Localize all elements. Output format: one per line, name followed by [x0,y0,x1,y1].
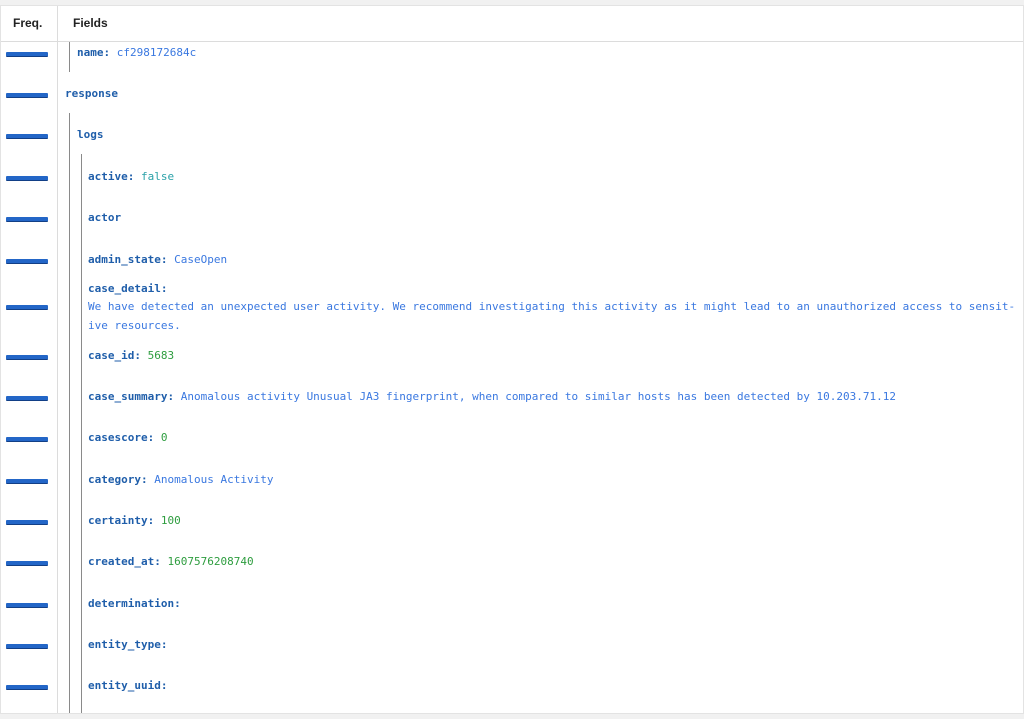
field-entry: logs [77,125,104,144]
field-row-case-id[interactable]: case_id: 5683 [1,345,1023,375]
field-entry: certainty: 100 [88,514,181,527]
field-value[interactable]: 100 [161,514,181,527]
field-row-logs[interactable]: logs [1,124,1023,154]
freq-column-header[interactable]: Freq. [13,16,42,30]
field-key[interactable]: entity_uuid [88,679,161,692]
field-key[interactable]: response [65,87,118,100]
fields-panel: Freq. Fields name: cf298172684c response… [0,5,1024,714]
field-entry: created_at: 1607576208740 [88,555,254,568]
field-row-category[interactable]: category: Anomalous Activity [1,469,1023,499]
field-value[interactable]: Anomalous Activity [154,473,273,486]
frequency-bar [6,396,48,401]
field-row-created-at[interactable]: created_at: 1607576208740 [1,551,1023,581]
field-key[interactable]: casescore [88,431,148,444]
field-row-entity-type[interactable]: entity_type: [1,634,1023,664]
field-value[interactable]: 5683 [148,349,175,362]
frequency-bar [6,437,48,442]
field-row-actor[interactable]: actor [1,207,1023,237]
field-value[interactable]: Anomalous activity Unusual JA3 fingerpri… [181,390,896,403]
field-key[interactable]: created_at [88,555,154,568]
field-entry: case_detail: [88,282,168,295]
frequency-bar [6,217,48,222]
frequency-bar [6,259,48,264]
field-entry: entity_type: [88,638,168,651]
frequency-bar [6,305,48,310]
field-key[interactable]: name [77,46,104,59]
field-row-case-detail[interactable]: case_detail: We have detected an unexpec… [1,279,1023,339]
field-entry: determination: [88,597,181,610]
field-row-entity-uuid[interactable]: entity_uuid: [1,675,1023,705]
field-value[interactable]: CaseOpen [174,253,227,266]
field-key[interactable]: case_summary [88,390,167,403]
field-entry: case_summary: Anomalous activity Unusual… [88,390,896,403]
field-value[interactable]: cf298172684c [117,46,196,59]
field-key[interactable]: case_detail [88,282,161,295]
frequency-bar [6,355,48,360]
field-entry: name: cf298172684c [77,46,197,59]
frequency-bar [6,685,48,690]
table-header: Freq. Fields [1,6,1023,42]
field-key[interactable]: certainty [88,514,148,527]
field-row-response[interactable]: response [1,83,1023,113]
field-key[interactable]: determination [88,597,174,610]
frequency-bar [6,644,48,649]
field-entry: active: false [88,170,175,183]
field-key[interactable]: logs [77,128,104,141]
field-key[interactable]: admin_state [88,253,161,266]
field-row-certainty[interactable]: certainty: 100 [1,510,1023,540]
frequency-bar [6,479,48,484]
field-key[interactable]: actor [88,211,121,224]
field-entry: actor [88,208,121,227]
fields-column-header[interactable]: Fields [73,16,108,30]
field-entry: admin_state: CaseOpen [88,253,228,266]
frequency-bar [6,520,48,525]
frequency-bar [6,134,48,139]
field-row-name[interactable]: name: cf298172684c [1,42,1023,72]
field-entry: response [65,84,118,103]
field-value[interactable]: 0 [161,431,168,444]
field-row-active[interactable]: active: false [1,166,1023,196]
field-key[interactable]: case_id [88,349,134,362]
field-key[interactable]: category [88,473,141,486]
field-value[interactable]: false [141,170,174,183]
field-value-line: We have detected an unexpected user acti… [88,300,1016,313]
field-value[interactable]: We have detected an unexpected user acti… [88,297,1018,335]
field-entry: category: Anomalous Activity [88,473,274,486]
field-entry: case_id: 5683 [88,349,175,362]
field-entry: entity_uuid: [88,679,168,692]
field-row-admin-state[interactable]: admin_state: CaseOpen [1,249,1023,279]
field-value-line: ive resources. [88,319,181,332]
frequency-bar [6,52,48,57]
field-key[interactable]: entity_type [88,638,161,651]
field-row-determination[interactable]: determination: [1,593,1023,623]
field-row-case-summary[interactable]: case_summary: Anomalous activity Unusual… [1,386,1023,416]
field-key[interactable]: active [88,170,128,183]
frequency-bar [6,561,48,566]
frequency-bar [6,93,48,98]
field-entry: casescore: 0 [88,431,168,444]
field-row-casescore[interactable]: casescore: 0 [1,427,1023,457]
frequency-bar [6,603,48,608]
frequency-bar [6,176,48,181]
field-value[interactable]: 1607576208740 [167,555,253,568]
